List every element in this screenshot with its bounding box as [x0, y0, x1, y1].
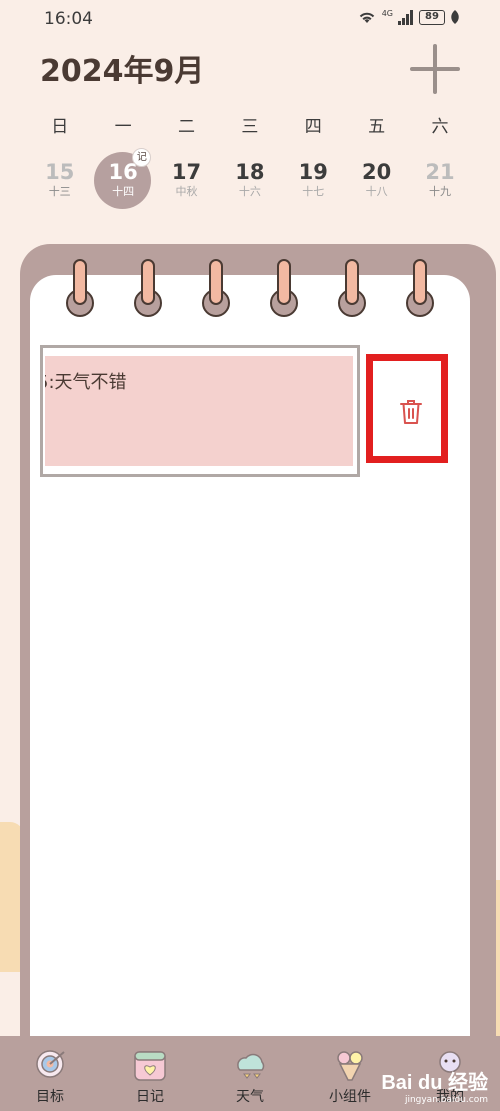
weekday-row: 日 一 二 三 四 五 六	[28, 112, 472, 137]
wifi-icon	[359, 12, 374, 23]
target-icon	[36, 1050, 65, 1078]
baidu-watermark: Bai du 经验 jingyan.baidu.com	[381, 1066, 488, 1105]
lunar-date: 十六	[238, 185, 261, 198]
status-bar: 16:04 4G 89	[0, 0, 500, 38]
date-cell-18[interactable]: 18 十六	[218, 152, 281, 212]
lunar-date: 十七	[302, 185, 325, 198]
leaf-icon	[451, 10, 459, 24]
nav-label: 小组件	[329, 1089, 371, 1105]
lunar-date: 十八	[365, 185, 388, 198]
nav-label: 天气	[236, 1089, 264, 1105]
date-cell-17[interactable]: 17 中秋	[155, 152, 218, 212]
weekday-label: 五	[368, 117, 386, 137]
date-number: 20	[362, 160, 392, 184]
date-number: 18	[235, 160, 265, 184]
date-row: 15 十三 16 十四 记 17 中秋 18 十六 19 十七 20 十八 21…	[28, 148, 472, 212]
weekday-label: 四	[304, 117, 322, 137]
binder-ring	[66, 259, 94, 317]
network-label: 4G	[381, 8, 393, 18]
status-time: 16:04	[44, 9, 93, 29]
add-button[interactable]	[410, 44, 460, 94]
note-badge: 记	[132, 148, 152, 167]
date-number: 21	[425, 160, 455, 184]
diary-entry-text: 5:天气不错	[45, 372, 127, 393]
binder-ring	[338, 259, 366, 317]
watermark-url: jingyan.baidu.com	[404, 1095, 488, 1105]
date-number: 15	[45, 160, 75, 184]
widget-icon	[337, 1051, 363, 1081]
diary-entry-card[interactable]: 5:天气不错	[40, 345, 360, 477]
date-cell-16[interactable]: 16 十四 记	[91, 148, 154, 212]
lunar-date: 中秋	[175, 185, 198, 198]
binder-ring	[202, 259, 230, 317]
date-number: 17	[171, 160, 202, 184]
weather-icon	[237, 1053, 265, 1079]
binder-ring	[134, 259, 162, 317]
lunar-date: 十九	[429, 185, 452, 198]
status-icons: 4G 89	[357, 9, 460, 25]
battery-icon: 89	[419, 9, 445, 25]
date-cell-19[interactable]: 19 十七	[282, 152, 345, 212]
date-cell-20[interactable]: 20 十八	[345, 152, 408, 212]
nav-label: 目标	[36, 1089, 64, 1105]
nav-item-target[interactable]: 目标	[0, 1036, 100, 1111]
lunar-date: 十三	[48, 185, 71, 198]
weekday-label: 一	[114, 117, 132, 137]
trash-icon	[400, 400, 422, 424]
weekday-label: 二	[177, 117, 195, 137]
nav-label: 日记	[136, 1089, 164, 1105]
date-number: 19	[298, 160, 328, 184]
month-title: 2024年9月	[40, 54, 205, 89]
binder-ring	[406, 259, 434, 317]
date-cell-21[interactable]: 21 十九	[408, 152, 471, 212]
date-cell-15[interactable]: 15 十三	[28, 152, 91, 212]
binder-ring	[270, 259, 298, 317]
weekday-label: 日	[51, 117, 69, 137]
nav-item-diary[interactable]: 日记	[100, 1036, 200, 1111]
weekday-label: 三	[241, 117, 259, 137]
signal-icon	[398, 9, 413, 25]
delete-button[interactable]	[366, 354, 448, 463]
weekday-label: 六	[431, 117, 449, 137]
diary-entry-content: 5:天气不错	[45, 356, 353, 466]
lunar-date: 十四	[112, 185, 135, 198]
watermark-logo: Bai du 经验	[381, 1072, 488, 1094]
nav-item-weather[interactable]: 天气	[200, 1036, 300, 1111]
diary-icon	[134, 1051, 166, 1081]
